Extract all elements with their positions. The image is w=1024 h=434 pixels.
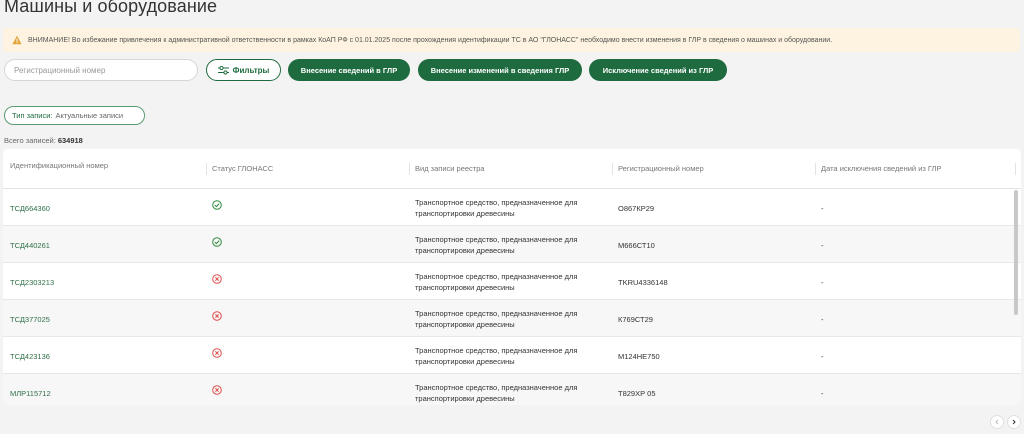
record-kind: Транспортное средство, предназначенное д… — [415, 346, 578, 366]
next-page-button[interactable] — [1007, 415, 1021, 429]
chip-key: Тип записи: — [12, 111, 53, 120]
filters-label: Фильтры — [232, 65, 270, 75]
total-records: Всего записей: 634918 — [4, 136, 83, 145]
table-row[interactable]: ТСД423136 Транспортное средство, предназ… — [3, 337, 1021, 374]
registration-number: М666СТ10 — [618, 241, 655, 250]
chevron-right-icon — [1011, 419, 1017, 425]
page-title: Машины и оборудование — [4, 0, 218, 16]
table-header: Идентификационный номер Статус ГЛОНАСС В… — [3, 149, 1021, 189]
status-error-icon — [212, 274, 222, 284]
chip-value: Актуальные записи — [55, 111, 124, 120]
table-row[interactable]: ТСД664360 Транспортное средство, предназ… — [3, 189, 1021, 226]
column-header-date[interactable]: Дата исключения сведений из ГЛР — [821, 164, 941, 174]
column-header-glonass[interactable]: Статус ГЛОНАСС — [212, 164, 273, 174]
exclusion-date: - — [821, 389, 824, 398]
status-error-icon — [212, 311, 222, 321]
search-input[interactable] — [4, 59, 198, 81]
record-id-link[interactable]: ТСД664360 — [10, 204, 50, 213]
total-label: Всего записей: — [4, 136, 56, 145]
record-id-link[interactable]: МЛР115712 — [10, 389, 51, 398]
column-divider — [409, 163, 410, 175]
record-kind: Транспортное средство, предназначенное д… — [415, 309, 578, 329]
record-type-filter-chip[interactable]: Тип записи: Актуальные записи — [4, 106, 145, 125]
chevron-left-icon — [994, 419, 1000, 425]
registration-number: Т829ХР 05 — [618, 389, 656, 398]
table-row[interactable]: ТСД377025 Транспортное средство, предназ… — [3, 300, 1021, 337]
record-id-link[interactable]: ТСД423136 — [10, 352, 50, 361]
exclusion-date: - — [821, 204, 824, 213]
registration-number: К769СТ29 — [618, 315, 653, 324]
warning-text: ВНИМАНИЕ! Во избежание привлечения к адм… — [28, 36, 833, 44]
filters-button[interactable]: Фильтры — [206, 59, 281, 81]
filter-sliders-icon — [217, 65, 229, 75]
add-records-button[interactable]: Внесение сведений в ГЛР — [288, 59, 410, 81]
change-records-button[interactable]: Внесение изменений в сведения ГЛР — [418, 59, 582, 81]
exclusion-date: - — [821, 241, 824, 250]
status-error-icon — [212, 385, 222, 395]
prev-page-button[interactable] — [990, 415, 1004, 429]
status-error-icon — [212, 348, 222, 358]
table-row[interactable]: ТСД440261 Транспортное средство, предназ… — [3, 226, 1021, 263]
exclusion-date: - — [821, 352, 824, 361]
record-kind: Транспортное средство, предназначенное д… — [415, 383, 578, 403]
record-kind: Транспортное средство, предназначенное д… — [415, 272, 578, 292]
column-header-id[interactable]: Идентификационный номер — [10, 161, 120, 171]
record-id-link[interactable]: ТСД2303213 — [10, 278, 54, 287]
table-row[interactable]: МЛР115712 Транспортное средство, предназ… — [3, 374, 1021, 405]
exclusion-date: - — [821, 278, 824, 287]
exclusion-date: - — [821, 315, 824, 324]
column-divider — [612, 163, 613, 175]
status-ok-icon — [212, 237, 222, 247]
total-count: 634918 — [57, 136, 83, 145]
warning-banner: ВНИМАНИЕ! Во избежание привлечения к адм… — [3, 28, 1020, 52]
table-scrollbar[interactable] — [1014, 190, 1018, 315]
column-header-reg[interactable]: Регистрационный номер — [618, 164, 704, 174]
column-divider — [206, 163, 207, 175]
record-kind: Транспортное средство, предназначенное д… — [415, 235, 578, 255]
registration-number: О867КР29 — [618, 204, 655, 213]
table-row[interactable]: ТСД2303213 Транспортное средство, предна… — [3, 263, 1021, 300]
column-header-kind[interactable]: Вид записи реестра — [415, 164, 485, 174]
records-table: Идентификационный номер Статус ГЛОНАСС В… — [3, 149, 1021, 405]
record-kind: Транспортное средство, предназначенное д… — [415, 198, 578, 218]
record-id-link[interactable]: ТСД440261 — [10, 241, 50, 250]
record-id-link[interactable]: ТСД377025 — [10, 315, 50, 324]
registration-number: TKRU4336148 — [618, 278, 668, 287]
status-ok-icon — [212, 200, 222, 210]
column-divider — [1015, 163, 1016, 175]
column-divider — [815, 163, 816, 175]
registration-number: М124НЕ750 — [618, 352, 660, 361]
exclude-records-button[interactable]: Исключение сведений из ГЛР — [589, 59, 727, 81]
warning-triangle-icon — [12, 35, 22, 45]
